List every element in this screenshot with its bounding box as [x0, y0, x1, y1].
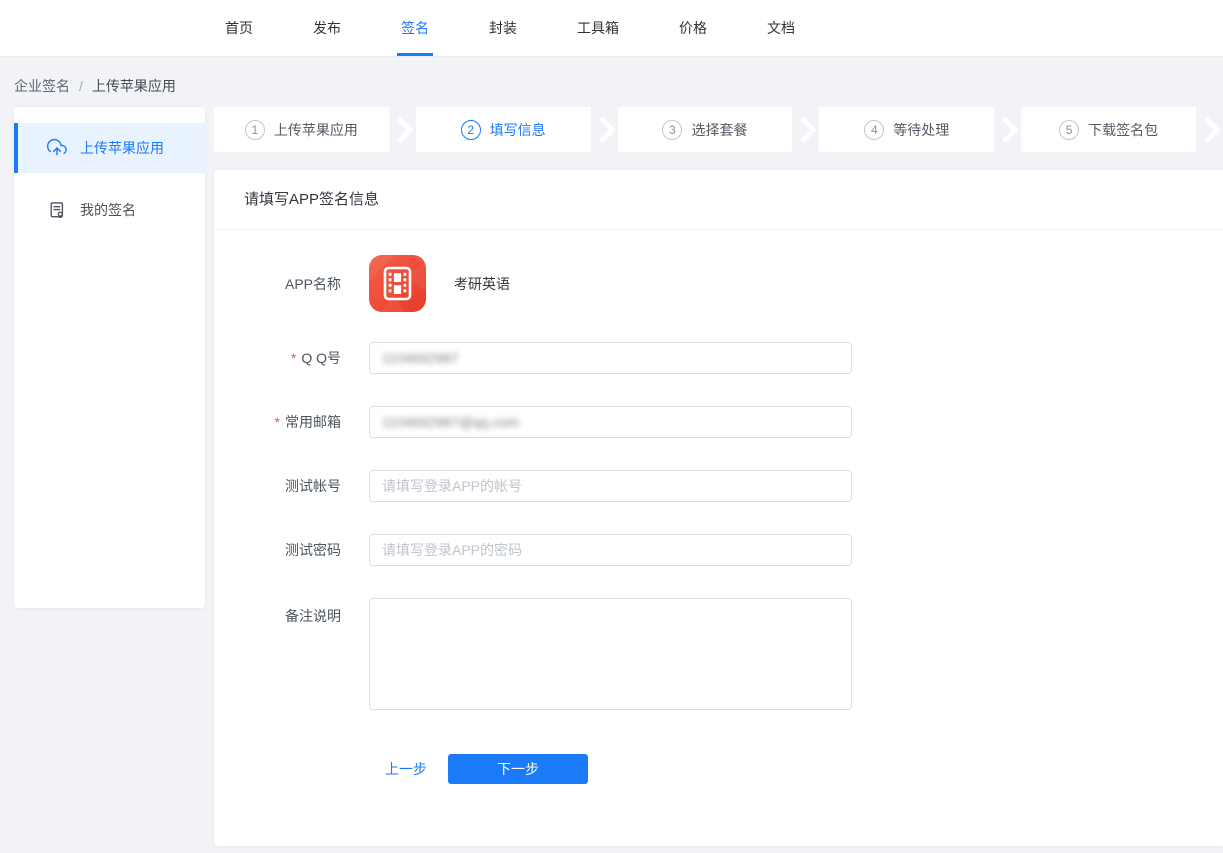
cloud-upload-icon [47, 138, 67, 158]
film-app-icon [369, 255, 426, 312]
steps-wizard: 1 上传苹果应用 2 填写信息 3 选择套餐 4 等待处理 5 下载签名包 [214, 107, 1223, 152]
required-asterisk: * [275, 414, 280, 430]
remarks-textarea[interactable] [369, 598, 852, 710]
step-chevron-icon [792, 107, 819, 152]
next-step-button[interactable]: 下一步 [448, 754, 588, 784]
test-password-row: 测试密码 [214, 534, 1223, 566]
sidebar-item-label: 我的签名 [80, 200, 136, 220]
step-number: 2 [461, 120, 481, 140]
signature-form-card: 请填写APP签名信息 APP名称 [214, 170, 1223, 846]
step-4-waiting: 4 等待处理 [819, 107, 994, 152]
main-nav: 首页 发布 签名 封装 工具箱 价格 文档 [195, 0, 825, 56]
step-label: 下载签名包 [1088, 120, 1158, 140]
step-label: 填写信息 [490, 120, 546, 140]
remarks-row: 备注说明 [214, 598, 1223, 710]
step-chevron-icon [994, 107, 1021, 152]
email-label: *常用邮箱 [214, 412, 369, 432]
step-number: 3 [662, 120, 682, 140]
test-account-input[interactable] [369, 470, 852, 502]
step-number: 4 [864, 120, 884, 140]
required-asterisk: * [291, 350, 296, 366]
app-name-value: 考研英语 [454, 274, 510, 294]
app-name-label: APP名称 [214, 274, 369, 294]
step-number: 1 [245, 120, 265, 140]
top-navigation-bar: 首页 发布 签名 封装 工具箱 价格 文档 [0, 0, 1223, 57]
test-account-row: 测试帐号 [214, 470, 1223, 502]
nav-item-pricing[interactable]: 价格 [675, 0, 711, 56]
step-chevron-icon [389, 107, 416, 152]
sidebar-item-label: 上传苹果应用 [80, 138, 164, 158]
main-panel: 1 上传苹果应用 2 填写信息 3 选择套餐 4 等待处理 5 下载签名包 [214, 107, 1223, 846]
step-1-upload-app: 1 上传苹果应用 [214, 107, 389, 152]
previous-step-button[interactable]: 上一步 [385, 759, 427, 779]
sidebar-item-upload-apple-app[interactable]: 上传苹果应用 [14, 123, 205, 173]
breadcrumb-separator: / [79, 78, 83, 94]
breadcrumb-current: 上传苹果应用 [92, 76, 176, 96]
step-label: 等待处理 [893, 120, 949, 140]
email-row: *常用邮箱 1104692987@qq.com [214, 406, 1223, 438]
breadcrumb: 企业签名 / 上传苹果应用 [0, 57, 1223, 107]
email-input[interactable]: 1104692987@qq.com [369, 406, 852, 438]
breadcrumb-parent[interactable]: 企业签名 [14, 76, 70, 96]
signature-doc-icon [47, 200, 67, 220]
step-chevron-icon [1196, 107, 1223, 152]
step-number: 5 [1059, 120, 1079, 140]
nav-item-docs[interactable]: 文档 [763, 0, 799, 56]
test-password-input[interactable] [369, 534, 852, 566]
signature-form: APP名称 [214, 230, 1223, 784]
qq-number-row: *Q Q号 1104692987 [214, 342, 1223, 374]
remarks-label: 备注说明 [214, 598, 369, 626]
form-title: 请填写APP签名信息 [214, 170, 1223, 230]
qq-number-censored-value: 1104692987 [382, 350, 459, 366]
step-label: 选择套餐 [691, 120, 747, 140]
nav-item-package[interactable]: 封装 [485, 0, 521, 56]
nav-item-sign[interactable]: 签名 [397, 0, 433, 56]
step-5-download: 5 下载签名包 [1021, 107, 1196, 152]
step-chevron-icon [591, 107, 618, 152]
qq-number-input[interactable]: 1104692987 [369, 342, 852, 374]
test-password-label: 测试密码 [214, 540, 369, 560]
step-2-fill-info: 2 填写信息 [416, 107, 591, 152]
step-label: 上传苹果应用 [274, 120, 358, 140]
test-account-label: 测试帐号 [214, 476, 369, 496]
nav-item-toolbox[interactable]: 工具箱 [573, 0, 623, 56]
page-content: 上传苹果应用 我的签名 1 上传苹果应用 2 填写信息 [0, 107, 1223, 846]
qq-number-label: *Q Q号 [214, 348, 369, 368]
app-name-row: APP名称 [214, 255, 1223, 312]
step-3-choose-plan: 3 选择套餐 [618, 107, 793, 152]
nav-item-home[interactable]: 首页 [221, 0, 257, 56]
sidebar-item-my-signatures[interactable]: 我的签名 [14, 185, 205, 235]
sidebar: 上传苹果应用 我的签名 [14, 107, 205, 608]
nav-item-publish[interactable]: 发布 [309, 0, 345, 56]
email-censored-value: 1104692987@qq.com [382, 414, 519, 430]
form-actions: 上一步 下一步 [214, 754, 1223, 784]
